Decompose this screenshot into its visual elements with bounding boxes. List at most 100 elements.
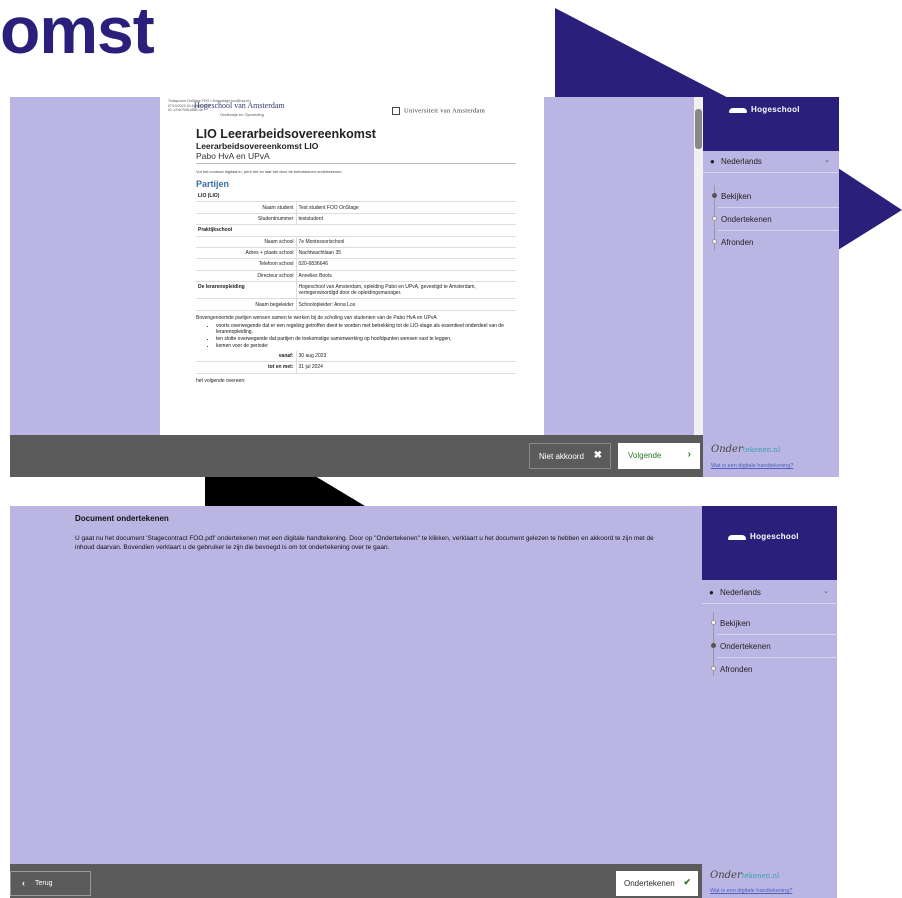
scrollbar-thumb[interactable] — [695, 109, 702, 149]
help-link[interactable]: Wat is een digitale handtekening? — [710, 888, 792, 894]
step-label: Afronden — [720, 665, 753, 674]
table-row: Directeur school Annelies Boots — [196, 270, 516, 283]
step-indicator-active — [712, 193, 717, 198]
table-row: LIO (LIO) — [196, 191, 516, 203]
step-indicator-active — [711, 643, 716, 648]
review-screen: Todaycount OnStage FOO <Todaystage.foo@h… — [10, 97, 839, 477]
back-button[interactable]: ‹ Terug — [10, 871, 91, 896]
uva-emblem-icon — [392, 107, 400, 115]
field-label: De lerarenopleiding — [196, 281, 297, 300]
brand-header: Hogeschool — [702, 506, 837, 580]
considerations-list: voorts overwegende dat er een regeling g… — [216, 323, 516, 349]
period-value: 31 jul 2024 — [296, 361, 516, 374]
step-bekijken: Bekijken — [712, 185, 839, 208]
next-button[interactable]: Volgende › — [618, 443, 700, 469]
help-link[interactable]: Wat is een digitale handtekening? — [711, 463, 793, 469]
brand-logo-icon — [729, 108, 747, 113]
step-afronden: Afronden — [712, 231, 839, 254]
step-bekijken: Bekijken — [711, 612, 838, 635]
table-row: Praktijkschool — [196, 224, 516, 237]
table-row: De lerarenopleiding Hogeschool van Amster… — [196, 281, 516, 300]
step-ondertekenen: Ondertekenen — [711, 635, 838, 658]
table-row: vanaf: 30 aug 2023 — [196, 350, 516, 363]
sidebar: Hogeschool ● Nederlands ⌄ Bekijken Onder… — [703, 97, 839, 477]
uva-logo: Universiteit van Amsterdam — [392, 107, 485, 115]
close-icon: ✖ — [593, 450, 602, 461]
globe-icon: ● — [710, 157, 715, 166]
step-label: Bekijken — [720, 619, 751, 628]
field-label: Adres + plaats school — [196, 247, 297, 260]
section-heading-parties: Partijen — [196, 179, 230, 189]
action-bar: Niet akkoord ✖ Volgende › — [10, 435, 703, 477]
language-select[interactable]: ● Nederlands ⌄ — [703, 151, 839, 173]
field-label: Directeur school — [196, 270, 297, 283]
logo-main-text: Onder — [710, 870, 742, 881]
intro-paragraph: Bovengenoemde partijen wensen samen te w… — [196, 314, 437, 321]
field-value: 7e Montessorischool — [296, 236, 516, 248]
ondertekenen-logo: Ondertekenen.nl — [711, 444, 780, 455]
table-row: tot en met: 31 jul 2024 — [196, 361, 516, 374]
field-value: Test student FOO OnStage — [296, 201, 516, 214]
sign-title: Document ondertekenen — [75, 514, 169, 523]
parties-table: LIO (LIO) Naam student Test student FOO On… — [196, 191, 516, 311]
language-select[interactable]: ● Nederlands ⌄ — [702, 582, 838, 604]
closing-line: het volgende overeen: — [196, 377, 246, 384]
group-label: Praktijkschool — [196, 224, 516, 237]
field-value: Hogeschool van Amsterdam, opleiding Pabo… — [296, 281, 516, 300]
next-button-label: Volgende — [628, 451, 662, 460]
period-label: tot en met: — [196, 361, 297, 374]
sign-screen: Document ondertekenen U gaat nu het docu… — [10, 506, 838, 898]
field-value: 020-6836646 — [296, 258, 516, 271]
document-title: LIO Leerarbeidsovereenkomst — [196, 127, 376, 141]
period-value: 30 aug 2023 — [296, 350, 516, 363]
sidebar: Hogeschool ● Nederlands ⌄ Bekijken Onder… — [702, 506, 838, 898]
action-bar: ‹ Terug Ondertekenen ✔ — [10, 864, 702, 898]
back-button-label: Terug — [35, 880, 53, 887]
brand-name: Hogeschool — [751, 105, 800, 114]
document-body: LIO Leerarbeidsovereenkomst Leerarbeidso… — [196, 127, 516, 384]
disagree-button[interactable]: Niet akkoord ✖ — [529, 443, 611, 469]
chevron-left-icon: ‹ — [22, 878, 25, 888]
brand-logo-icon — [728, 535, 746, 540]
table-row: Naam school 7e Montessorischool — [196, 236, 516, 248]
logo-accent-text: tekenen.nl — [741, 872, 780, 880]
sign-button[interactable]: Ondertekenen ✔ — [616, 871, 698, 896]
check-icon: ✔ — [683, 877, 691, 887]
document-scrollbar[interactable] — [694, 97, 703, 435]
language-label: Nederlands — [721, 157, 762, 166]
field-label: Naam school — [196, 236, 297, 248]
chevron-down-icon: ⌄ — [823, 588, 829, 595]
field-label: Naam begeleider — [196, 298, 297, 311]
step-label: Afronden — [721, 238, 754, 247]
hva-logo: Hogeschool van Amsterdam — [194, 101, 285, 110]
table-row: Adres + plaats school Nachtwachtlaan 35 — [196, 247, 516, 260]
ondertekenen-logo: Ondertekenen.nl — [710, 870, 779, 881]
step-label: Bekijken — [721, 192, 752, 201]
document-parties-line: Pabo HvA en UPvA — [196, 151, 516, 164]
step-indicator — [712, 216, 717, 221]
field-value: Annelies Boots — [296, 270, 516, 283]
field-label: Studentnummer — [196, 213, 297, 226]
brand-name: Hogeschool — [750, 532, 799, 541]
document-subtitle: Leerarbeidsovereenkomst LIO — [196, 141, 319, 151]
step-indicator — [711, 620, 716, 625]
sign-content: Document ondertekenen U gaat nu het docu… — [10, 506, 702, 864]
step-indicator — [712, 239, 717, 244]
field-value: Nachtwachtlaan 35 — [296, 247, 516, 260]
step-ondertekenen: Ondertekenen — [712, 208, 839, 231]
field-label: Telefoon school — [196, 258, 297, 271]
list-item: ten slotte overwegende dat partijen de t… — [216, 336, 516, 342]
step-indicator — [711, 666, 716, 671]
document-viewer[interactable]: Todaycount OnStage FOO <Todaystage.foo@h… — [10, 97, 703, 435]
period-label: vanaf: — [196, 350, 297, 363]
table-row: Naam student Test student FOO OnStage — [196, 201, 516, 214]
chevron-down-icon: ⌄ — [824, 157, 830, 164]
list-item: komen voor de periode: — [216, 343, 516, 349]
step-afronden: Afronden — [711, 658, 838, 681]
field-value: Schoolopleider: Anna Los — [296, 298, 516, 311]
sign-button-label: Ondertekenen — [624, 879, 675, 888]
field-label: Naam student — [196, 201, 297, 214]
globe-icon: ● — [709, 588, 714, 597]
disagree-button-label: Niet akkoord — [539, 452, 584, 461]
slide-heading: omst — [0, 0, 155, 67]
